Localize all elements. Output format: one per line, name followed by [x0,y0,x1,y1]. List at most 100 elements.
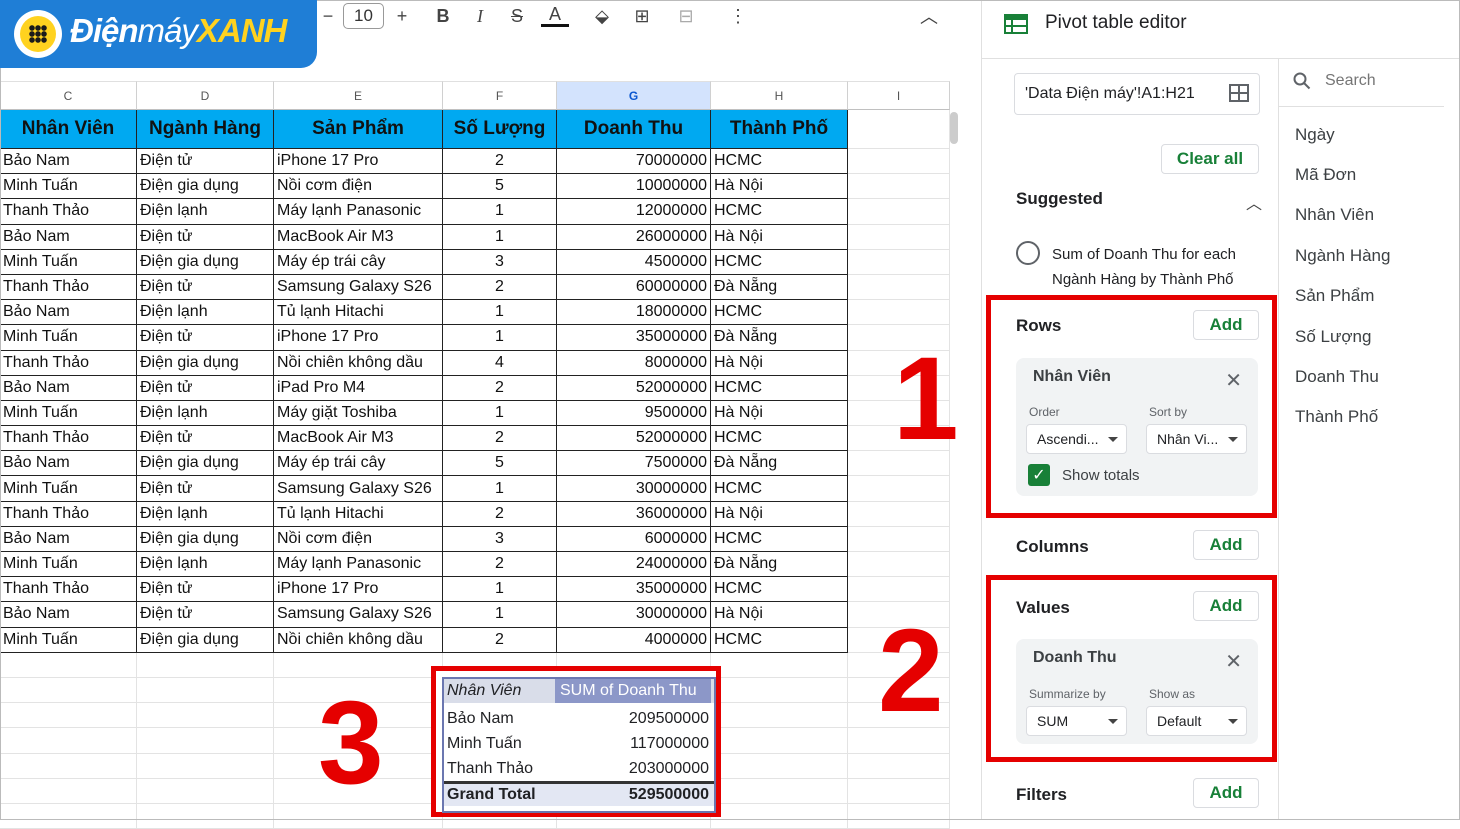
table-cell[interactable]: 35000000 [557,325,711,351]
empty-cell[interactable] [848,577,950,603]
table-cell[interactable]: 2 [443,375,557,401]
table-cell[interactable]: HCMC [711,476,848,502]
table-cell[interactable]: Nồi chiên không dầu [274,350,443,376]
table-cell[interactable]: Điện lạnh [137,199,274,225]
table-cell[interactable]: 52000000 [557,426,711,452]
column-header-e[interactable]: E [274,81,443,110]
empty-cell[interactable] [0,703,137,729]
table-cell[interactable]: iPhone 17 Pro [274,149,443,175]
table-cell[interactable]: 12000000 [557,199,711,225]
empty-cell[interactable] [848,803,950,829]
table-cell[interactable]: Tủ lạnh Hitachi [274,501,443,527]
table-cell[interactable]: 1 [443,476,557,502]
table-cell[interactable]: 52000000 [557,375,711,401]
table-cell[interactable]: Thanh Thảo [0,350,137,376]
fill-color-icon[interactable]: ⬙ [590,4,614,28]
table-header-cell[interactable]: Ngành Hàng [137,110,274,149]
table-cell[interactable]: 3 [443,526,557,552]
empty-cell[interactable] [711,728,848,754]
sortby-dropdown[interactable]: Nhân Vi... [1146,424,1247,454]
column-header-c[interactable]: C [0,81,137,110]
table-cell[interactable]: 2 [443,627,557,653]
table-cell[interactable]: 7500000 [557,451,711,477]
text-color-button[interactable]: A [541,4,569,27]
table-cell[interactable]: 26000000 [557,224,711,250]
table-cell[interactable]: 35000000 [557,577,711,603]
table-cell[interactable]: Điện lạnh [137,501,274,527]
table-cell[interactable]: 1 [443,400,557,427]
pivot-row[interactable]: Thanh Thảo 203000000 [443,756,715,781]
table-cell[interactable]: MacBook Air M3 [274,426,443,452]
table-cell[interactable]: Hà Nội [711,602,848,628]
table-cell[interactable]: Samsung Galaxy S26 [274,476,443,502]
table-cell[interactable]: Điện tử [137,274,274,301]
empty-cell[interactable] [137,753,274,779]
table-cell[interactable]: Bảo Nam [0,526,137,552]
empty-cell[interactable] [137,803,274,829]
table-cell[interactable]: Điện tử [137,577,274,603]
select-range-icon[interactable] [1229,84,1249,102]
collapse-suggested-icon[interactable]: ︿ [1246,190,1262,214]
suggestion-radio[interactable] [1016,241,1040,265]
table-cell[interactable]: Hà Nội [711,224,848,250]
field-item[interactable]: Ngành Hàng [1295,246,1390,266]
empty-cell[interactable] [848,249,950,275]
table-cell[interactable]: Điện lạnh [137,300,274,326]
table-cell[interactable]: HCMC [711,199,848,225]
table-cell[interactable]: 5 [443,451,557,477]
filters-add-button[interactable]: Add [1193,778,1259,808]
table-cell[interactable]: Minh Tuấn [0,476,137,502]
table-cell[interactable]: Thanh Thảo [0,274,137,301]
empty-cell[interactable] [848,224,950,250]
empty-cell[interactable] [848,110,950,149]
field-item[interactable]: Ngày [1295,125,1335,145]
empty-cell[interactable] [848,753,950,779]
field-item[interactable]: Doanh Thu [1295,367,1379,387]
field-search[interactable]: Search [1293,72,1376,90]
table-cell[interactable]: Máy giặt Toshiba [274,400,443,427]
table-cell[interactable]: Điện tử [137,149,274,175]
table-cell[interactable]: 4 [443,350,557,376]
table-cell[interactable]: iPhone 17 Pro [274,577,443,603]
table-cell[interactable]: 1 [443,199,557,225]
empty-cell[interactable] [848,526,950,552]
table-cell[interactable]: Đà Nẵng [711,552,848,578]
pivot-grand-total-row[interactable]: Grand Total 529500000 [443,781,715,806]
table-cell[interactable]: Điện lạnh [137,400,274,427]
table-cell[interactable]: HCMC [711,149,848,175]
table-cell[interactable]: Bảo Nam [0,451,137,477]
suggestion-text[interactable]: Sum of Doanh Thu for each Ngành Hàng by … [1052,242,1236,292]
table-cell[interactable]: 1 [443,577,557,603]
empty-cell[interactable] [848,300,950,326]
pivot-table[interactable]: Nhân Viên SUM of Doanh Thu Bảo Nam 20950… [443,678,715,806]
strikethrough-button[interactable]: S [506,4,528,28]
order-dropdown[interactable]: Ascendi... [1026,424,1127,454]
table-cell[interactable]: 1 [443,300,557,326]
table-header-cell[interactable]: Nhân Viên [0,110,137,149]
table-cell[interactable]: HCMC [711,375,848,401]
empty-cell[interactable] [711,778,848,804]
table-cell[interactable]: Thanh Thảo [0,577,137,603]
table-cell[interactable]: Thanh Thảo [0,501,137,527]
empty-cell[interactable] [711,803,848,829]
table-cell[interactable]: Hà Nội [711,501,848,527]
table-cell[interactable]: Máy ép trái cây [274,451,443,477]
table-cell[interactable]: Máy ép trái cây [274,249,443,275]
table-cell[interactable]: 8000000 [557,350,711,376]
empty-cell[interactable] [711,677,848,704]
table-cell[interactable]: Điện tử [137,224,274,250]
table-cell[interactable]: 3 [443,249,557,275]
column-header-g[interactable]: G [557,81,711,110]
column-header-i[interactable]: I [848,81,950,110]
field-item[interactable]: Sản Phẩm [1295,286,1374,306]
table-cell[interactable]: 1 [443,602,557,628]
table-header-cell[interactable]: Sản Phẩm [274,110,443,149]
table-cell[interactable]: Điện gia dụng [137,350,274,376]
table-cell[interactable]: Bảo Nam [0,300,137,326]
table-cell[interactable]: Nồi cơm điện [274,526,443,552]
table-cell[interactable]: Bảo Nam [0,602,137,628]
table-cell[interactable]: 2 [443,274,557,301]
field-item[interactable]: Thành Phố [1295,407,1378,427]
table-cell[interactable]: iPhone 17 Pro [274,325,443,351]
table-cell[interactable]: Bảo Nam [0,149,137,175]
